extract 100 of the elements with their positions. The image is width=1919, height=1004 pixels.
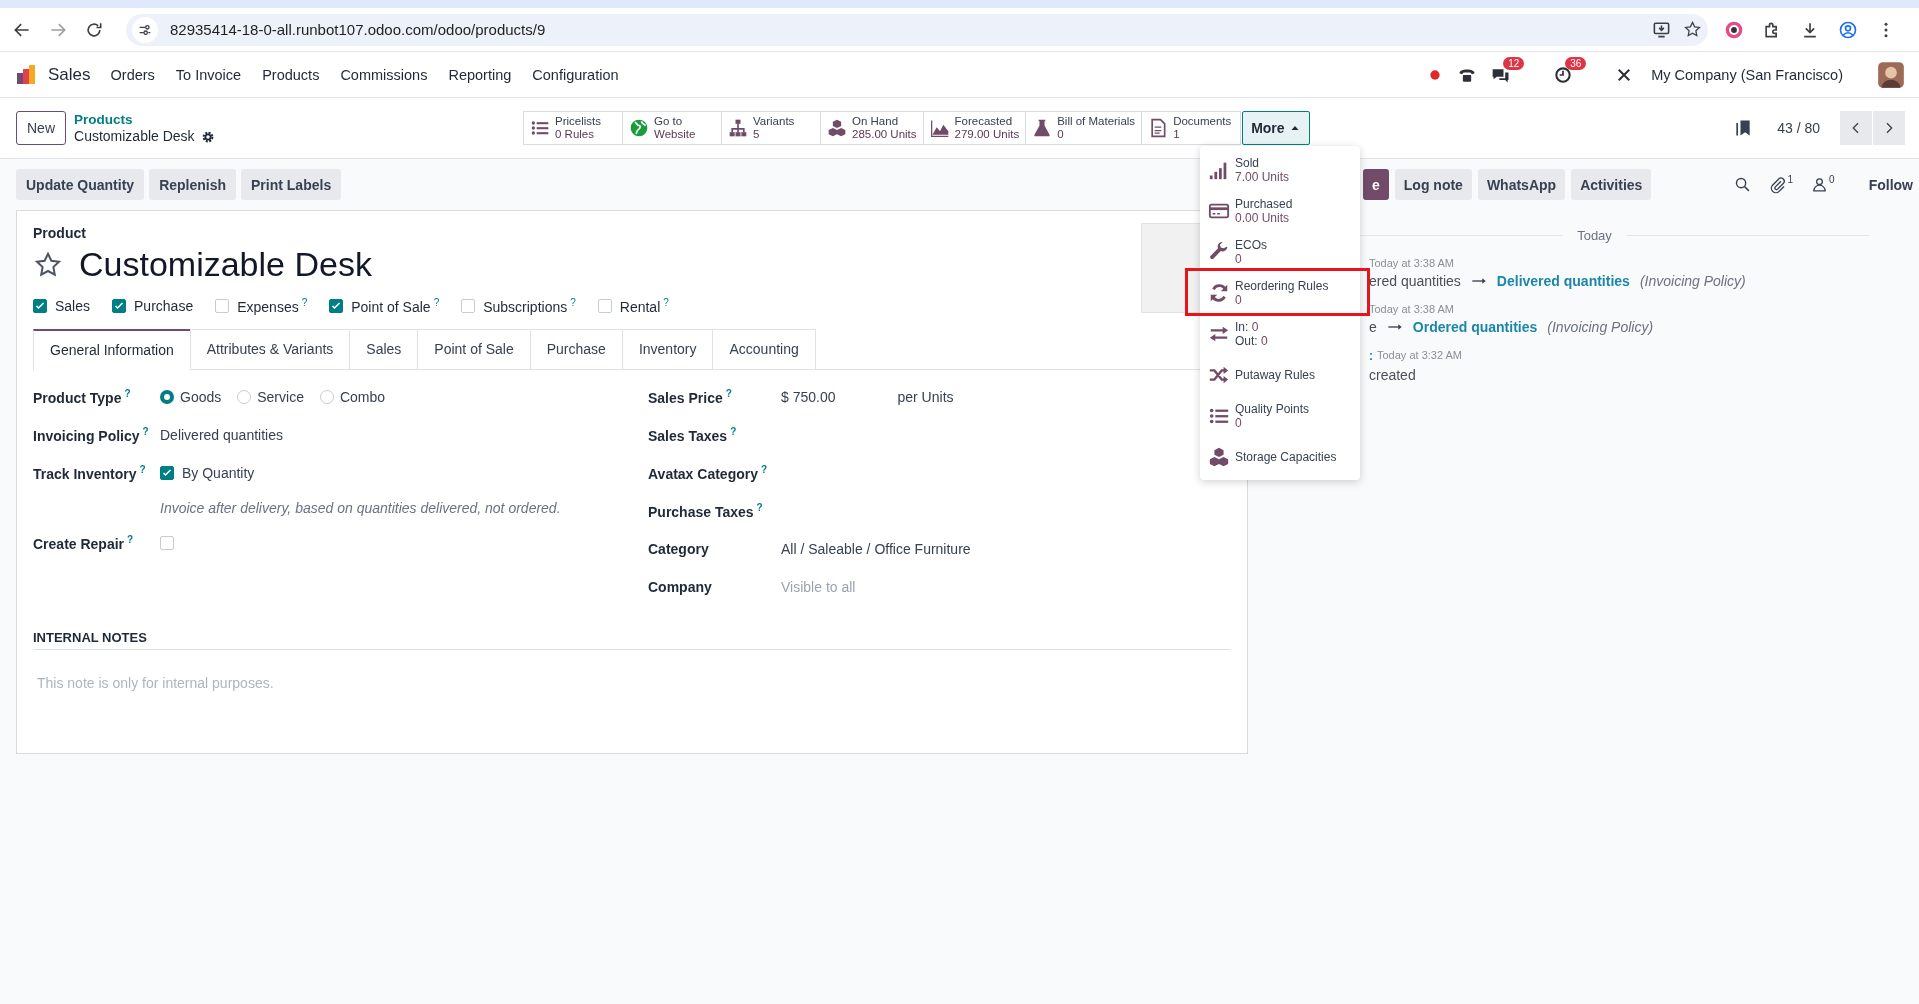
menu-item[interactable]: To Invoice: [175, 66, 242, 83]
app-logo-icon[interactable]: [14, 62, 38, 87]
smart-button[interactable]: Go to Website: [622, 111, 722, 145]
avatar[interactable]: [1877, 60, 1905, 89]
list-icon: [530, 118, 550, 138]
profile-icon[interactable]: [1838, 19, 1858, 40]
price-field[interactable]: $ 750.00: [781, 388, 836, 405]
chatter-button[interactable]: WhatsApp: [1477, 169, 1566, 200]
old-value: ered quantities: [1369, 273, 1461, 289]
action-button[interactable]: Print Labels: [241, 169, 342, 200]
pager-value: 43 / 80: [1777, 120, 1820, 136]
chatter-button[interactable]: e: [1363, 169, 1389, 200]
menu-item[interactable]: Commissions: [340, 66, 428, 83]
field-label: Avatax Category $^{?}$: [648, 463, 769, 482]
checkbox[interactable]: [461, 298, 476, 313]
help-mark[interactable]: ?: [730, 425, 737, 437]
menu-item[interactable]: Configuration: [532, 66, 619, 83]
company-switcher[interactable]: My Company (San Francisco): [1651, 66, 1843, 83]
menu-item[interactable]: Products: [262, 66, 320, 83]
help-mark[interactable]: ?: [433, 297, 440, 308]
menu-item[interactable]: Quality Points 0: [1200, 395, 1360, 436]
menu-item[interactable]: Purchased 0.00 Units: [1200, 190, 1360, 231]
checkbox[interactable]: [597, 298, 612, 313]
radio-label[interactable]: Service: [257, 388, 304, 405]
checkbox-label[interactable]: Purchase: [134, 297, 194, 314]
chatter-button[interactable]: Log note: [1394, 169, 1472, 200]
menu-item[interactable]: Orders: [110, 66, 155, 83]
checkbox-label[interactable]: By Quantity: [182, 464, 255, 481]
checkbox-label[interactable]: Subscriptions $^{?}$: [483, 297, 576, 315]
install-icon[interactable]: [1652, 20, 1671, 39]
menu-item[interactable]: Putaway Rules: [1200, 354, 1360, 395]
refresh-icon: [1208, 281, 1230, 304]
menu-item[interactable]: Storage Capacities: [1200, 436, 1360, 477]
checkbox-label[interactable]: Sales: [55, 297, 91, 314]
new-value: Ordered quantities: [1412, 319, 1538, 335]
menu-item[interactable]: Sold 7.00 Units: [1200, 149, 1360, 190]
cubes-icon: [827, 118, 847, 138]
chatter-button[interactable]: Activities: [1571, 169, 1652, 200]
new-button[interactable]: New: [16, 111, 66, 145]
message-time: Today at 3:38 AM: [1369, 303, 1454, 315]
smart-button[interactable]: Bill of Materials 0: [1025, 111, 1143, 145]
checkbox-label[interactable]: Point of Sale $^{?}$: [351, 297, 440, 315]
menu-item[interactable]: ECOs 0: [1200, 231, 1360, 272]
tab[interactable]: Accounting: [712, 328, 816, 369]
user-icon[interactable]: [1811, 176, 1829, 193]
help-mark[interactable]: ?: [570, 297, 576, 308]
checkbox-label[interactable]: Rental $^{?}$: [619, 297, 669, 315]
field-label: Invoicing Policy $^{?}$: [33, 425, 150, 444]
checkbox[interactable]: [160, 465, 174, 480]
radio-button[interactable]: [319, 389, 334, 404]
breadcrumb-link[interactable]: Products: [74, 111, 215, 128]
smart-button[interactable]: Forecasted 279.00 Units: [922, 111, 1027, 145]
field-value[interactable]: All / Saleable / Office Furniture: [781, 540, 971, 557]
help-mark[interactable]: ?: [142, 425, 149, 437]
ring-icon[interactable]: [1724, 19, 1744, 40]
action-button[interactable]: Replenish: [149, 169, 237, 200]
menu-item[interactable]: Reporting: [448, 66, 512, 83]
field-label: Product: [33, 225, 87, 241]
action-button[interactable]: Update Quantity: [16, 169, 145, 200]
field-label: Sales Price $^{?}$: [648, 387, 733, 406]
search-icon[interactable]: [1733, 176, 1751, 193]
checkbox[interactable]: [329, 298, 344, 313]
help-mark[interactable]: ?: [663, 297, 669, 308]
smart-button[interactable]: Documents 1: [1141, 111, 1242, 145]
checkbox[interactable]: [33, 298, 47, 313]
help-mark[interactable]: ?: [761, 463, 768, 475]
radio-label[interactable]: Goods: [180, 388, 222, 405]
smart-button[interactable]: Variants 5: [721, 111, 821, 145]
checkbox-label[interactable]: Expenses $^{?}$: [237, 297, 308, 315]
follow-button[interactable]: Follow: [1868, 176, 1913, 193]
field-label: Purchase Taxes $^{?}$: [648, 501, 764, 520]
help-mark[interactable]: ?: [139, 463, 146, 475]
field-value[interactable]: Delivered quantities: [160, 426, 283, 443]
smart-button[interactable]: On Hand 285.00 Units: [820, 111, 924, 145]
radio-button[interactable]: [237, 389, 252, 404]
help-mark[interactable]: ?: [756, 501, 763, 513]
checkbox[interactable]: [160, 535, 174, 550]
app-name[interactable]: Sales: [48, 64, 91, 85]
help-mark[interactable]: ?: [301, 297, 308, 308]
radio-button[interactable]: [160, 389, 174, 404]
author-name: :: [1369, 349, 1373, 363]
help-mark[interactable]: ?: [124, 387, 131, 399]
radio-label[interactable]: Combo: [339, 388, 386, 405]
menu-item[interactable]: In: 0 Out: 0: [1200, 313, 1360, 354]
document-icon: [1148, 118, 1169, 138]
message-time: Today at 3:38 AM: [1369, 257, 1454, 269]
tab[interactable]: General Information: [33, 328, 191, 370]
more-button[interactable]: More: [1242, 111, 1310, 145]
field-label: Category: [648, 540, 710, 557]
checkbox[interactable]: [112, 298, 127, 313]
field-label: Track Inventory $^{?}$: [33, 463, 147, 482]
paperclip-icon[interactable]: [1768, 175, 1787, 194]
date-separator: Today: [1577, 228, 1612, 243]
settings-icon[interactable]: [200, 129, 215, 144]
help-mark[interactable]: ?: [127, 533, 134, 545]
checkbox[interactable]: [215, 298, 230, 313]
smart-button[interactable]: Pricelists 0 Rules: [523, 111, 623, 145]
help-mark[interactable]: ?: [725, 387, 732, 399]
address-bar[interactable]: 82935414-18-0-all.runbot107.odoo.com/odoo/products/9: [126, 13, 1708, 46]
bookmark-star-icon[interactable]: [1683, 20, 1702, 39]
